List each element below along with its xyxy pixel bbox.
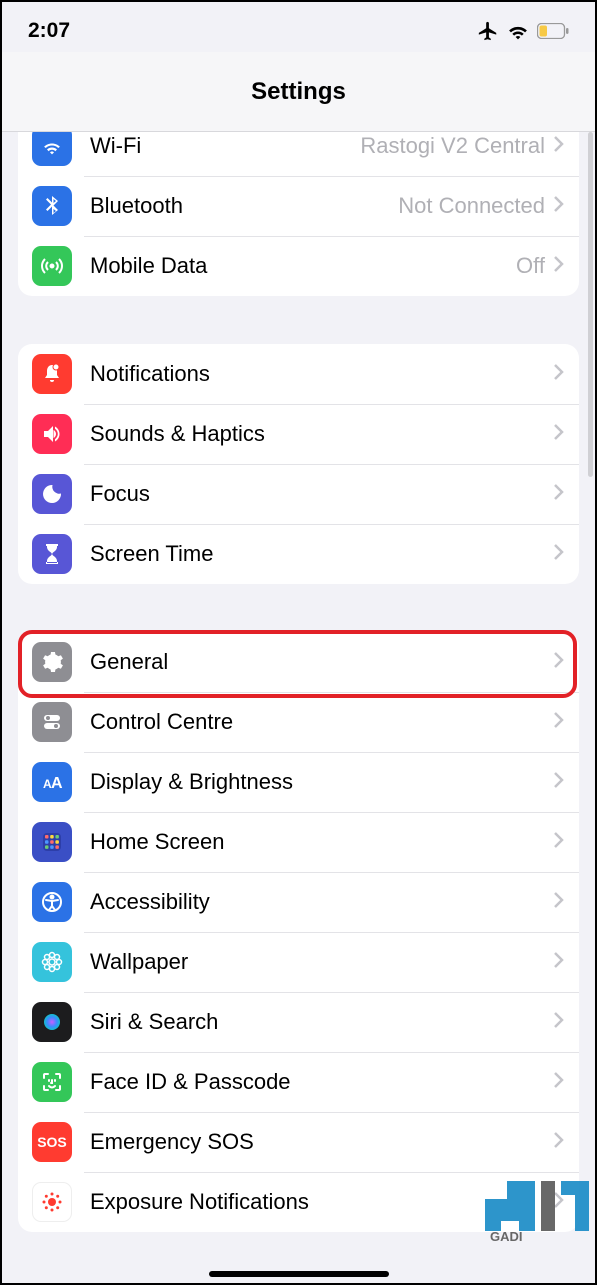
row-label: General xyxy=(90,649,553,675)
row-label: Focus xyxy=(90,481,553,507)
siri-icon xyxy=(32,1002,72,1042)
chevron-right-icon xyxy=(553,423,565,446)
chevron-right-icon xyxy=(553,255,565,278)
scrollbar[interactable] xyxy=(588,132,593,477)
chevron-right-icon xyxy=(553,891,565,914)
row-value: Off xyxy=(516,253,545,279)
bell-icon xyxy=(32,354,72,394)
row-label: Siri & Search xyxy=(90,1009,553,1035)
row-display-brightness[interactable]: AA Display & Brightness xyxy=(18,752,579,812)
chevron-right-icon xyxy=(553,195,565,218)
status-bar: 2:07 xyxy=(2,2,595,52)
speaker-icon xyxy=(32,414,72,454)
row-control-centre[interactable]: Control Centre xyxy=(18,692,579,752)
text-size-icon: AA xyxy=(32,762,72,802)
row-wifi[interactable]: Wi-Fi Rastogi V2 Central xyxy=(18,132,579,176)
chevron-right-icon xyxy=(553,1071,565,1094)
row-label: Control Centre xyxy=(90,709,553,735)
row-mobile-data[interactable]: Mobile Data Off xyxy=(18,236,579,296)
chevron-right-icon xyxy=(553,651,565,674)
chevron-right-icon xyxy=(553,831,565,854)
airplane-mode-icon xyxy=(477,20,499,42)
row-label: Sounds & Haptics xyxy=(90,421,553,447)
chevron-right-icon xyxy=(553,483,565,506)
chevron-right-icon xyxy=(553,543,565,566)
chevron-right-icon xyxy=(553,951,565,974)
row-label: Accessibility xyxy=(90,889,553,915)
settings-group-general: General Control Centre AA Display & Brig… xyxy=(18,632,579,1232)
hourglass-icon xyxy=(32,534,72,574)
row-screen-time[interactable]: Screen Time xyxy=(18,524,579,584)
toggle-switches-icon xyxy=(32,702,72,742)
antenna-icon xyxy=(32,246,72,286)
sos-icon-text: SOS xyxy=(37,1134,67,1150)
row-general[interactable]: General xyxy=(18,632,579,692)
row-notifications[interactable]: Notifications xyxy=(18,344,579,404)
moon-icon xyxy=(32,474,72,514)
wifi-icon xyxy=(32,132,72,166)
exposure-icon xyxy=(32,1182,72,1222)
flower-icon xyxy=(32,942,72,982)
bluetooth-icon xyxy=(32,186,72,226)
chevron-right-icon xyxy=(553,711,565,734)
page-title: Settings xyxy=(251,78,346,106)
watermark-text: GADI xyxy=(490,1229,523,1244)
row-bluetooth[interactable]: Bluetooth Not Connected xyxy=(18,176,579,236)
row-label: Wi-Fi xyxy=(90,133,360,159)
row-label: Face ID & Passcode xyxy=(90,1069,553,1095)
row-label: Screen Time xyxy=(90,541,553,567)
row-face-id-passcode[interactable]: Face ID & Passcode xyxy=(18,1052,579,1112)
settings-group-connectivity: Wi-Fi Rastogi V2 Central Bluetooth Not C… xyxy=(18,132,579,296)
row-accessibility[interactable]: Accessibility xyxy=(18,872,579,932)
wifi-icon xyxy=(507,22,529,40)
row-label: Wallpaper xyxy=(90,949,553,975)
sos-icon: SOS xyxy=(32,1122,72,1162)
row-value: Rastogi V2 Central xyxy=(360,133,545,159)
chevron-right-icon xyxy=(553,1011,565,1034)
status-time: 2:07 xyxy=(28,19,70,43)
row-home-screen[interactable]: Home Screen xyxy=(18,812,579,872)
chevron-right-icon xyxy=(553,1131,565,1154)
row-value: Not Connected xyxy=(398,193,545,219)
row-label: Emergency SOS xyxy=(90,1129,553,1155)
svg-text:A: A xyxy=(51,775,63,792)
row-sounds-haptics[interactable]: Sounds & Haptics xyxy=(18,404,579,464)
row-label: Display & Brightness xyxy=(90,769,553,795)
home-indicator[interactable] xyxy=(209,1271,389,1277)
settings-group-alerts: Notifications Sounds & Haptics Focus xyxy=(18,344,579,584)
row-focus[interactable]: Focus xyxy=(18,464,579,524)
row-label: Mobile Data xyxy=(90,253,516,279)
settings-content: Wi-Fi Rastogi V2 Central Bluetooth Not C… xyxy=(2,132,595,1283)
row-label: Bluetooth xyxy=(90,193,398,219)
chevron-right-icon xyxy=(553,771,565,794)
chevron-right-icon xyxy=(553,135,565,158)
row-siri-search[interactable]: Siri & Search xyxy=(18,992,579,1052)
page-title-bar: Settings xyxy=(2,52,595,132)
battery-icon xyxy=(537,23,569,39)
status-right xyxy=(477,20,569,42)
app-grid-icon xyxy=(32,822,72,862)
row-label: Home Screen xyxy=(90,829,553,855)
row-wallpaper[interactable]: Wallpaper xyxy=(18,932,579,992)
gear-icon xyxy=(32,642,72,682)
watermark-logo: GADI xyxy=(475,1164,595,1249)
chevron-right-icon xyxy=(553,363,565,386)
accessibility-icon xyxy=(32,882,72,922)
row-label: Notifications xyxy=(90,361,553,387)
face-id-icon xyxy=(32,1062,72,1102)
row-emergency-sos[interactable]: SOS Emergency SOS xyxy=(18,1112,579,1172)
